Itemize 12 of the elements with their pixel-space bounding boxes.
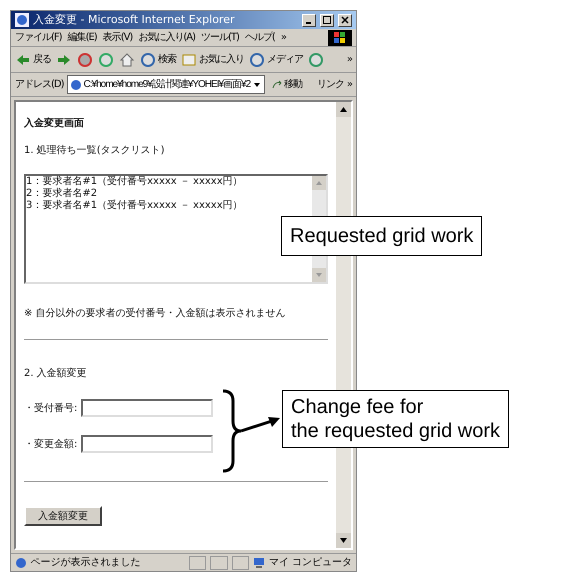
callout-text: Change fee for xyxy=(291,395,424,419)
status-message: ページが表示されました xyxy=(30,556,142,570)
callout-text: the requested grid work xyxy=(291,419,500,443)
section-title: 2. 入金額変更 xyxy=(24,366,88,381)
window-title: 入金変更 - Microsoft Internet Explorer xyxy=(33,12,236,28)
note-text: ※ 自分以外の要求者の受付番号・入金額は表示されません xyxy=(24,306,287,321)
field-label: ・変更金額: xyxy=(24,438,78,452)
address-label: アドレス(D) xyxy=(15,78,64,92)
page-heading: 入金変更画面 xyxy=(24,116,85,131)
field-label: ・受付番号: xyxy=(24,402,78,416)
zone-label: マイ コンピュータ xyxy=(268,556,352,570)
section-title: 1. 処理待ち一覧(タスクリスト) xyxy=(24,144,166,158)
